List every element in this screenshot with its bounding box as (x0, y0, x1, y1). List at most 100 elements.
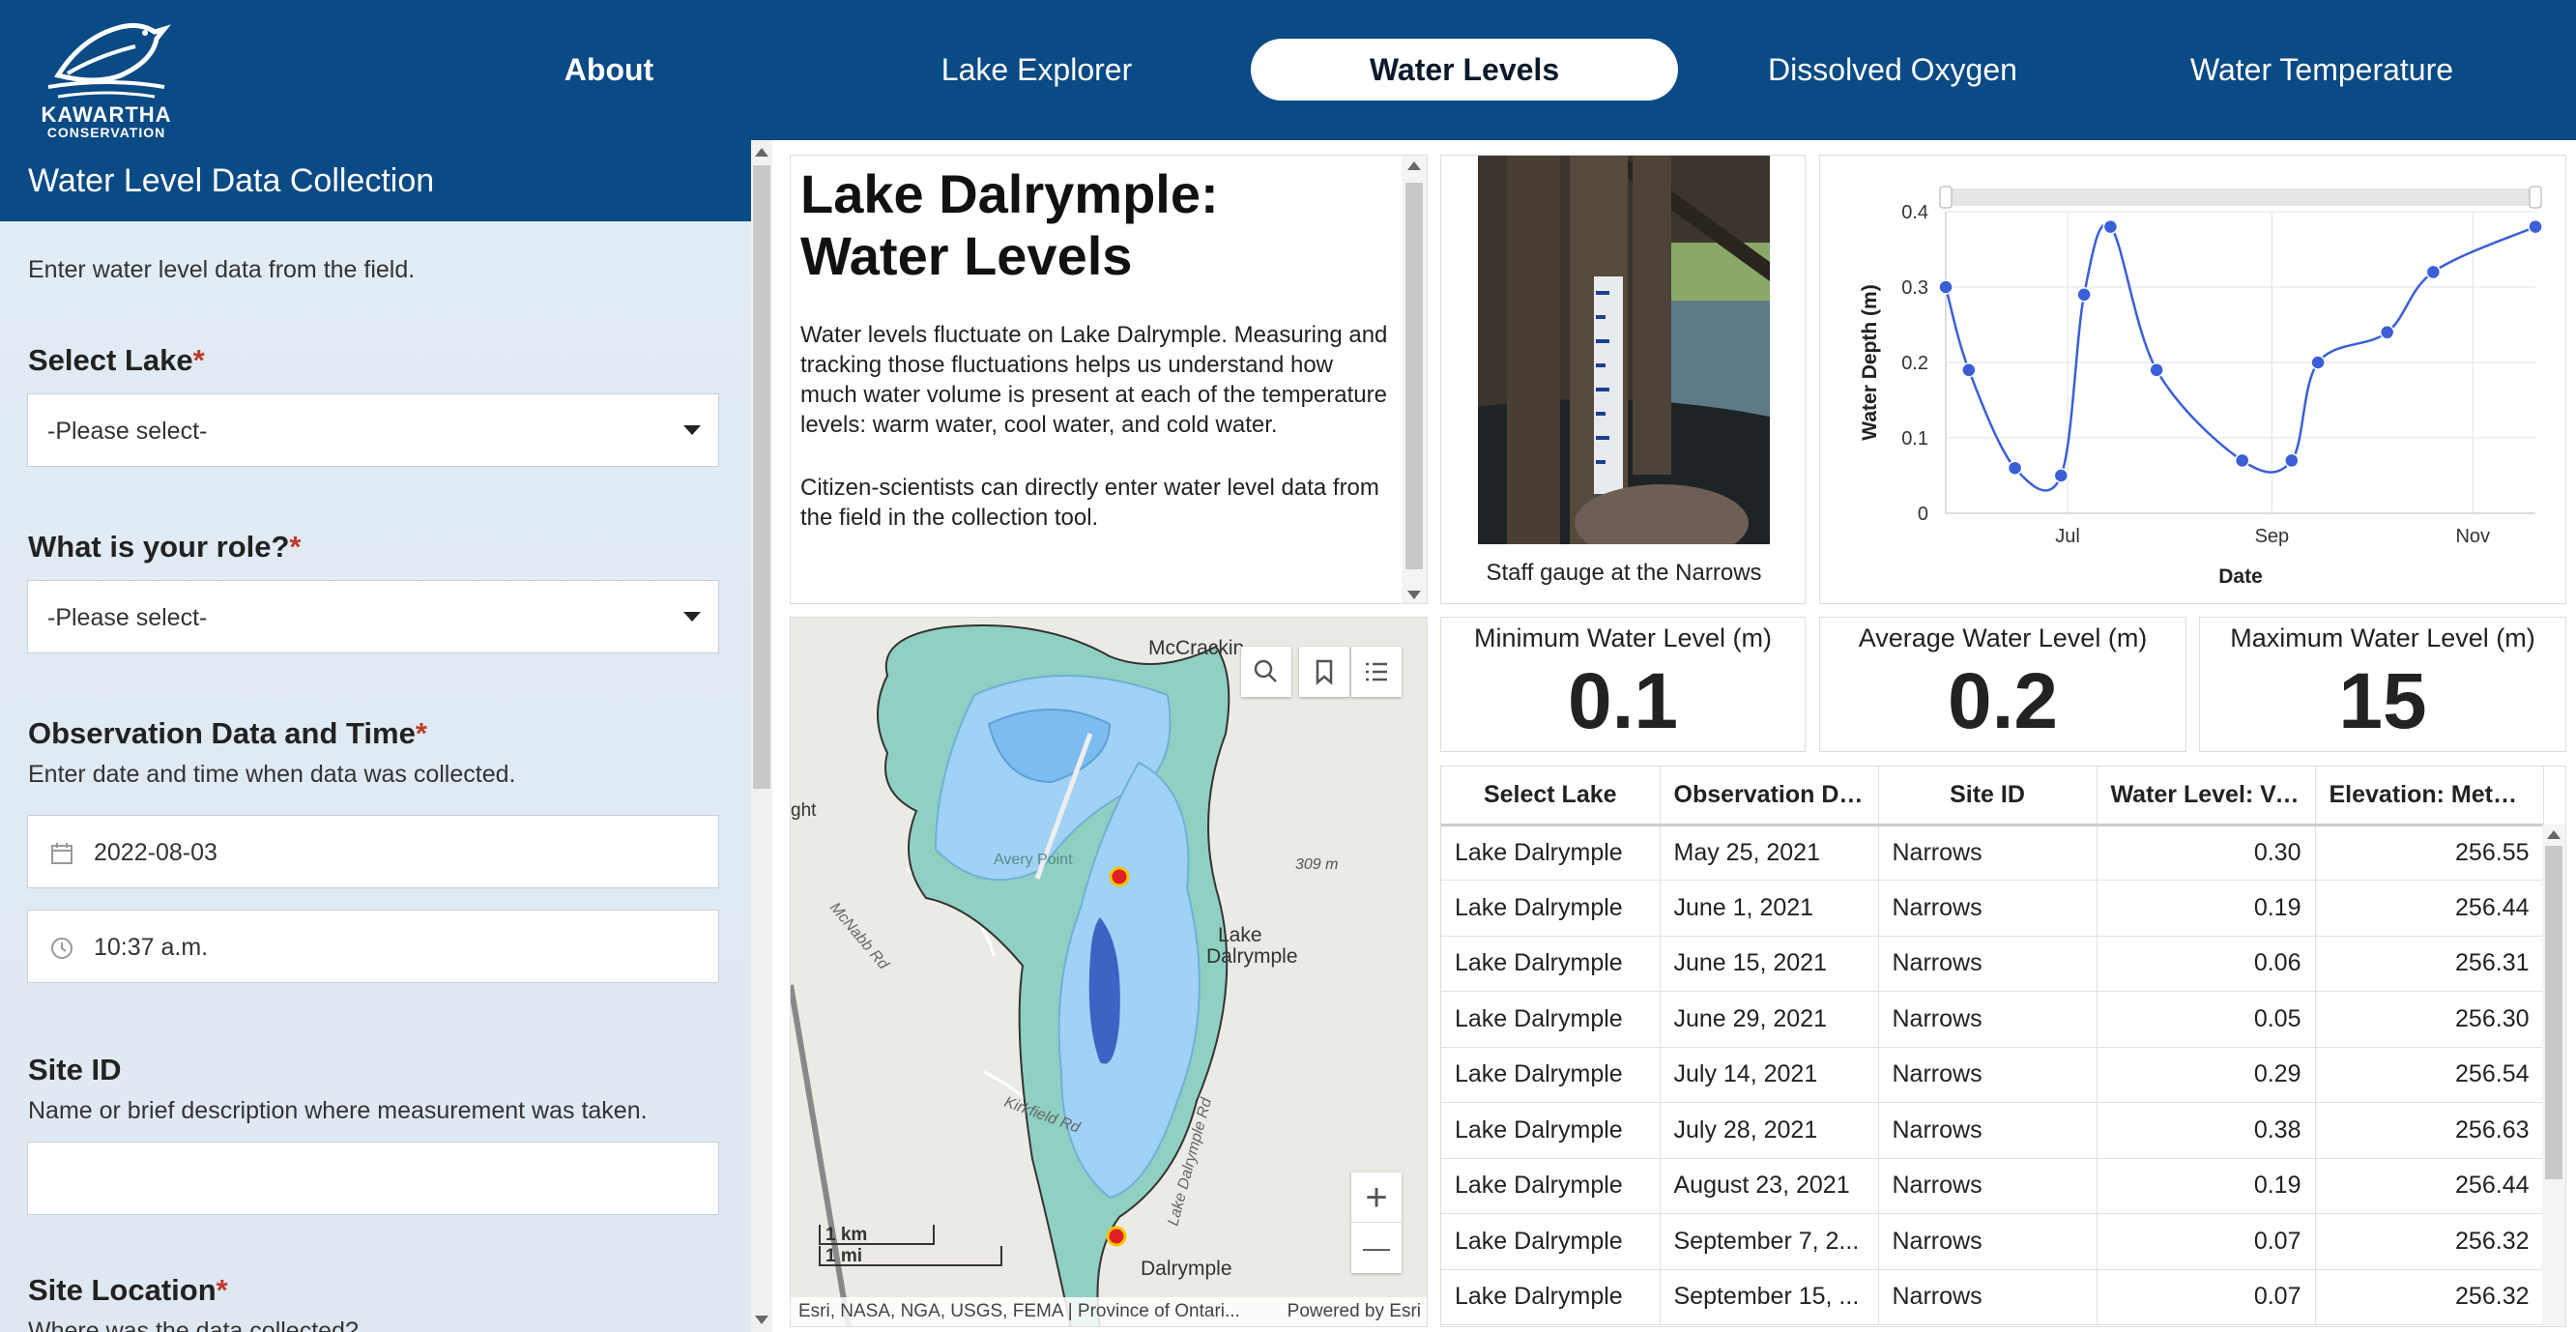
table-cell: June 1, 2021 (1660, 880, 1879, 937)
table-cell: 256.30 (2315, 991, 2544, 1048)
data-point[interactable] (1961, 362, 1977, 378)
form-scroll-thumb[interactable] (753, 165, 770, 789)
site-location-hint: Where was the data collected? (28, 1318, 359, 1332)
table-scroll-thumb[interactable] (2545, 846, 2562, 1179)
kawartha-logo[interactable]: KAWARTHA CONSERVATION (29, 8, 184, 139)
site-marker[interactable] (1106, 1226, 1127, 1247)
map-search-button[interactable] (1241, 647, 1291, 697)
zoom-in-button[interactable]: + (1351, 1173, 1402, 1223)
table-row[interactable]: Lake Dalrymple July 28, 2021 Narrows 0.38 25… (1441, 1102, 2544, 1159)
y-tick-label: 0 (1918, 504, 1928, 525)
role-dropdown[interactable]: -Please select- (27, 580, 719, 653)
table-cell: 0.29 (2097, 1047, 2316, 1103)
form-scrollbar[interactable] (751, 140, 772, 1332)
range-slider-handle-left[interactable] (1939, 186, 1953, 209)
map-label-avery: Avery Point (994, 852, 1073, 868)
table-cell: 256.44 (2315, 1158, 2544, 1214)
table-row[interactable]: Lake Dalrymple August 23, 2021 Narrows 0.19… (1441, 1158, 2544, 1214)
map-label-lake: Lake (1218, 924, 1262, 946)
data-point[interactable] (2310, 355, 2326, 370)
table-cell: Lake Dalrymple (1441, 1213, 1661, 1270)
y-tick-label: 0.1 (1901, 428, 1928, 449)
map-scale-bar: 1 km 1 mi (818, 1217, 1011, 1280)
table-row[interactable]: Lake Dalrymple June 1, 2021 Narrows 0.19 256… (1441, 880, 2544, 937)
table-row[interactable]: Lake Dalrymple September 7, 2... Narrows 0.… (1441, 1213, 2544, 1270)
data-point[interactable] (2102, 218, 2119, 235)
min-water-level-card: Minimum Water Level (m) 0.1 (1440, 617, 1806, 752)
data-point[interactable] (1938, 279, 1954, 295)
time-input[interactable]: 10:37 a.m. (27, 910, 719, 983)
map-label-edge: ght (791, 800, 817, 821)
info-scroll-thumb[interactable] (1405, 183, 1423, 569)
x-tick-label: Sep (2255, 526, 2290, 547)
table-row[interactable]: Lake Dalrymple June 15, 2021 Narrows 0.06 25… (1441, 936, 2544, 992)
nav-water-temperature[interactable]: Water Temperature (2165, 39, 2478, 101)
range-slider-track[interactable] (1946, 188, 2535, 206)
max-water-level-card: Maximum Water Level (m) 15 (2199, 617, 2566, 752)
table-row[interactable]: Lake Dalrymple September 15, ... Narrows 0.… (1441, 1269, 2544, 1325)
chevron-down-icon (683, 612, 701, 622)
map-legend-button[interactable] (1351, 647, 1402, 697)
column-header[interactable]: Water Level: Va... (2097, 767, 2316, 826)
staff-gauge-photo-card: Staff gauge at the Narrows (1440, 155, 1806, 604)
table-cell: 0.19 (2097, 1158, 2316, 1214)
powered-by-esri[interactable]: Powered by Esri (1288, 1297, 1421, 1326)
data-point[interactable] (2234, 452, 2250, 469)
column-header[interactable]: Elevation: Meter... (2315, 767, 2544, 826)
loon-logo-icon (47, 22, 171, 99)
select-lake-dropdown[interactable]: -Please select- (27, 393, 719, 467)
brand-name: KAWARTHA (41, 102, 172, 127)
scroll-down-icon[interactable] (755, 1316, 768, 1324)
table-cell: 256.63 (2315, 1102, 2544, 1159)
date-input[interactable]: 2022-08-03 (27, 815, 719, 888)
data-point[interactable] (2425, 264, 2442, 280)
data-point[interactable] (2076, 287, 2092, 303)
data-point[interactable] (2379, 325, 2395, 340)
table-cell: Lake Dalrymple (1441, 1047, 1661, 1103)
table-row[interactable]: Lake Dalrymple July 14, 2021 Narrows 0.29 25… (1441, 1047, 2544, 1103)
table-cell: Narrows (1878, 1102, 2098, 1159)
table-row[interactable]: Lake Dalrymple June 29, 2021 Narrows 0.05 25… (1441, 991, 2544, 1048)
table-cell: 256.55 (2315, 825, 2544, 881)
nav-about[interactable]: About (503, 39, 715, 101)
column-header[interactable]: Select Lake (1441, 767, 1661, 826)
x-tick-label: Nov (2455, 526, 2490, 547)
data-point[interactable] (2284, 452, 2300, 469)
column-header[interactable]: Site ID (1878, 767, 2098, 826)
map-zoom-controls: + — (1351, 1173, 1402, 1273)
scroll-down-icon[interactable] (1407, 591, 1421, 599)
site-id-input[interactable] (27, 1142, 719, 1215)
zoom-out-button[interactable]: — (1351, 1223, 1402, 1273)
info-scrollbar[interactable] (1402, 156, 1427, 603)
data-point[interactable] (2053, 468, 2069, 483)
table-cell: Narrows (1878, 825, 2098, 881)
photo-caption: Staff gauge at the Narrows (1486, 560, 1762, 586)
page-title: Lake Dalrymple: Water Levels (800, 163, 1219, 286)
scroll-up-icon[interactable] (755, 148, 768, 157)
scroll-up-icon[interactable] (1407, 161, 1421, 170)
table-cell: 256.31 (2315, 936, 2544, 992)
scroll-up-icon[interactable] (2547, 830, 2561, 839)
staff-gauge-photo (1478, 156, 1770, 544)
table-row[interactable]: Lake Dalrymple May 25, 2021 Narrows 0.30 256… (1441, 825, 2544, 881)
map-label-mccrackin: McCrackin (1148, 637, 1244, 659)
lake-map[interactable]: McCrackin Lake Dalrymple Dalrymple 309 m… (790, 617, 1428, 1327)
table-cell: June 15, 2021 (1660, 936, 1879, 992)
range-slider-handle-right[interactable] (2529, 186, 2542, 209)
column-header[interactable]: Observation Da... (1660, 767, 1879, 826)
data-point[interactable] (2149, 362, 2164, 378)
map-bookmarks-button[interactable] (1299, 647, 1349, 697)
observation-hint: Enter date and time when data was collec… (28, 761, 516, 788)
nav-dissolved-oxygen[interactable]: Dissolved Oxygen (1740, 39, 2045, 101)
table-cell: July 28, 2021 (1660, 1102, 1879, 1159)
search-icon (1254, 659, 1277, 682)
data-point[interactable] (2007, 460, 2023, 476)
max-level-label: Maximum Water Level (m) (2230, 623, 2535, 652)
nav-lake-explorer[interactable]: Lake Explorer (909, 39, 1165, 101)
site-marker[interactable] (1109, 866, 1130, 887)
table-cell: June 29, 2021 (1660, 991, 1879, 1048)
table-scrollbar[interactable] (2542, 825, 2565, 1326)
nav-water-levels[interactable]: Water Levels (1251, 39, 1678, 101)
data-point[interactable] (2528, 218, 2543, 235)
water-level-table-card: Select Lake Observation Da... Site ID Water… (1440, 766, 2566, 1327)
